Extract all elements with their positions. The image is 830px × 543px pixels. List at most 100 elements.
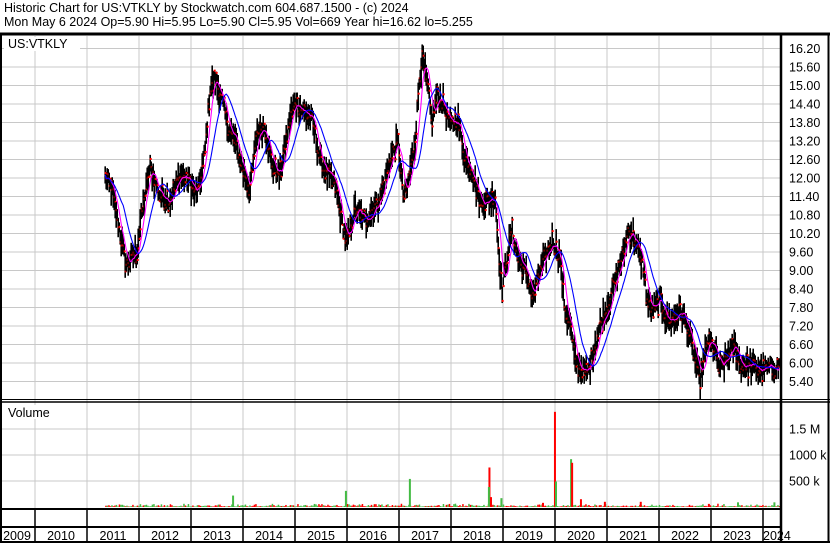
volume-bar (474, 505, 476, 507)
volume-bar (223, 506, 226, 507)
volume-bar (253, 504, 256, 507)
volume-bar (354, 505, 356, 507)
volume-bar (562, 505, 565, 507)
volume-bar (333, 505, 335, 507)
volume-bar (669, 505, 671, 507)
close-tick (202, 164, 205, 167)
volume-bar (256, 506, 259, 507)
volume-bar (691, 505, 694, 507)
volume-bar (535, 506, 538, 507)
close-tick (641, 258, 644, 261)
volume-bar (565, 505, 568, 507)
volume-bar (456, 505, 458, 507)
volume-bar (720, 506, 722, 507)
close-tick (431, 125, 434, 128)
year-label: 2015 (307, 529, 335, 543)
close-tick (138, 237, 141, 240)
volume-bar (748, 506, 751, 507)
volume-panel-label: Volume (8, 406, 50, 420)
volume-bar (688, 504, 691, 507)
volume-bar (472, 505, 475, 507)
volume-bar (373, 504, 376, 507)
volume-bar (190, 506, 193, 507)
volume-bar (316, 505, 319, 507)
volume-bar (133, 506, 136, 507)
volume-bar (763, 506, 766, 507)
volume-bar (667, 505, 670, 507)
volume-bar (246, 506, 248, 507)
volume-bar (715, 506, 718, 507)
close-tick (747, 376, 750, 379)
volume-bar (619, 506, 622, 507)
price-tick-label: 5.40 (789, 375, 813, 389)
close-tick (427, 83, 430, 86)
volume-bar (652, 505, 655, 507)
volume-bar (400, 503, 403, 507)
volume-bar (607, 505, 610, 507)
volume-bar (480, 506, 482, 507)
volume-bar (685, 506, 688, 507)
volume-bar (721, 505, 724, 507)
volume-bar (403, 505, 406, 507)
volume-bar (709, 505, 712, 507)
close-tick (206, 125, 209, 128)
volume-bar (301, 506, 304, 507)
volume-bar (702, 504, 704, 507)
volume-bar (475, 505, 478, 507)
close-tick (208, 108, 211, 111)
volume-bar (352, 504, 355, 507)
volume-bar (625, 505, 628, 507)
volume-bar (750, 504, 752, 507)
year-label: 2024 (763, 529, 791, 543)
volume-bar (357, 505, 359, 507)
close-tick (691, 341, 694, 344)
volume-bar (244, 504, 247, 507)
volume-bar (486, 506, 488, 507)
volume-bar (322, 505, 325, 507)
volume-bar (684, 506, 686, 507)
volume-bar (186, 506, 188, 507)
volume-bar (496, 505, 499, 507)
volume-bar (762, 504, 764, 507)
volume-bar (511, 505, 514, 507)
volume-bar (321, 504, 323, 507)
volume-bar (330, 506, 332, 507)
volume-bar (775, 506, 778, 507)
volume-bar (328, 505, 331, 507)
volume-bar (351, 505, 353, 507)
volume-bar (319, 505, 322, 507)
close-tick (551, 230, 554, 233)
close-tick (501, 299, 504, 302)
close-tick (213, 69, 216, 72)
volume-bar (397, 505, 400, 507)
volume-bar (150, 506, 152, 507)
volume-bar (166, 505, 169, 507)
volume-bar (757, 505, 760, 507)
volume-bar (162, 506, 164, 507)
volume-bar (606, 506, 608, 507)
volume-bar (538, 504, 541, 507)
volume-bar (160, 504, 163, 507)
close-tick (118, 225, 121, 228)
volume-bar (136, 505, 139, 507)
volume-bar (523, 506, 526, 507)
volume-bar (178, 506, 181, 507)
volume-bar (196, 505, 199, 507)
volume-bar (163, 505, 166, 507)
volume-bar (112, 506, 115, 507)
volume-bar (364, 506, 367, 507)
volume-bar (429, 505, 431, 507)
volume-bar (207, 505, 209, 507)
year-label: 2018 (463, 529, 491, 543)
close-tick (148, 175, 151, 178)
volume-bar (687, 506, 689, 507)
volume-spike-bar (555, 481, 557, 507)
volume-bar (601, 506, 604, 507)
volume-bar (118, 504, 121, 507)
volume-bar (766, 506, 769, 507)
volume-bar (613, 506, 616, 507)
volume-bar (616, 505, 619, 507)
volume-bar (751, 506, 754, 507)
volume-bar (642, 506, 644, 507)
volume-bar (214, 505, 217, 507)
